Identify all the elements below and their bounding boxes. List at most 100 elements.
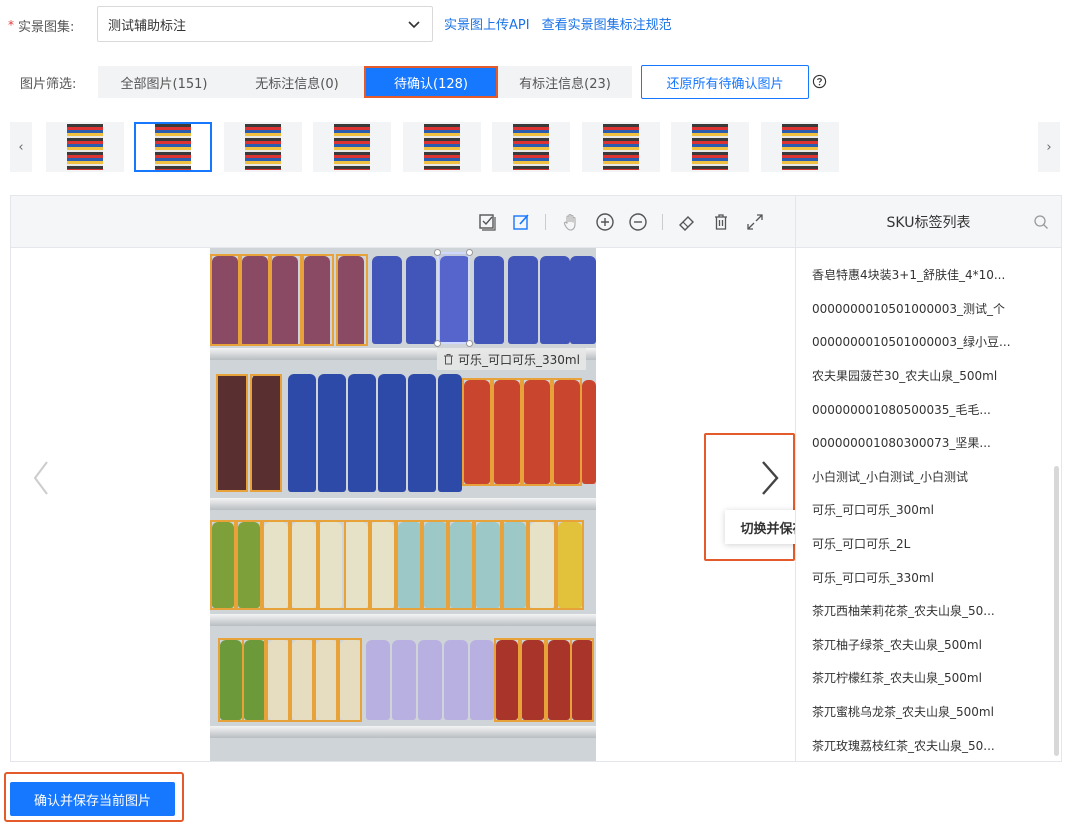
annotation-box[interactable] (336, 254, 368, 346)
sku-item[interactable]: 农夫果园菠芒30_农夫山泉_500ml (812, 359, 1042, 393)
annotation-box[interactable] (502, 520, 528, 610)
annotation-spec-link[interactable]: 查看实景图集标注规范 (542, 14, 672, 33)
thumbnail[interactable] (224, 122, 302, 172)
annotation-box-selected[interactable] (437, 252, 470, 344)
sku-item[interactable]: 000000001080300073_坚果... (812, 426, 1042, 460)
product-bottle (444, 640, 468, 720)
gallery-label: 实景图集: (18, 19, 75, 35)
annotation-box[interactable] (370, 520, 396, 610)
product-bottle (540, 256, 570, 344)
annotation-box[interactable] (492, 378, 522, 486)
resize-handle[interactable] (434, 249, 441, 256)
edit-icon[interactable] (511, 212, 531, 232)
zoom-out-icon[interactable] (628, 212, 648, 232)
upload-api-link[interactable]: 实景图上传API (444, 14, 530, 33)
product-can (288, 374, 316, 492)
sku-item[interactable]: 0000000010501000003_绿小豆... (812, 325, 1042, 359)
annotation-box[interactable] (528, 520, 556, 610)
product-can (438, 374, 462, 492)
sku-item[interactable]: 茶兀蜜桃乌龙茶_农夫山泉_500ml (812, 695, 1042, 729)
annotation-box[interactable] (520, 638, 546, 722)
sku-item[interactable]: 茶兀玫瑰荔枝红茶_农夫山泉_50... (812, 728, 1042, 762)
hand-icon[interactable] (561, 212, 581, 232)
question-circle-icon[interactable] (812, 74, 827, 89)
sku-scrollbar[interactable] (1054, 466, 1059, 756)
annotation-box[interactable] (270, 254, 302, 346)
product-bottle (570, 256, 596, 344)
annotation-box[interactable] (546, 638, 572, 722)
sku-item[interactable]: 香皂特惠4块装3+1_舒肤佳_4*10... (812, 258, 1042, 292)
annotation-box[interactable] (462, 378, 492, 486)
fullscreen-icon[interactable] (745, 212, 765, 232)
thumbnail[interactable] (761, 122, 839, 172)
thumbnail[interactable] (403, 122, 481, 172)
annotation-box[interactable] (302, 254, 334, 346)
annotation-box[interactable] (250, 374, 282, 492)
thumbnail[interactable] (46, 122, 124, 172)
annotation-box[interactable] (242, 638, 266, 722)
annotation-box[interactable] (522, 378, 552, 486)
sku-item[interactable]: 可乐_可口可乐_330ml (812, 560, 1042, 594)
sku-item[interactable]: 茶兀柚子绿茶_农夫山泉_500ml (812, 628, 1042, 662)
sku-item[interactable]: 小白测试_小白测试_小白测试 (812, 460, 1042, 494)
chevron-left-icon[interactable]: ‹ (10, 122, 32, 172)
resize-handle[interactable] (466, 249, 473, 256)
thumbnail[interactable] (671, 122, 749, 172)
annotation-box[interactable] (552, 378, 582, 486)
tab-no-annotation[interactable]: 无标注信息(0) (230, 66, 364, 98)
product-bottle (508, 256, 538, 344)
annotation-box[interactable] (318, 520, 346, 610)
annotation-box[interactable] (396, 520, 422, 610)
trash-icon[interactable] (711, 212, 731, 232)
tab-all-images[interactable]: 全部图片(151) (98, 66, 230, 98)
sku-item[interactable]: 000000001080500035_毛毛... (812, 392, 1042, 426)
annotation-box[interactable] (494, 638, 520, 722)
annotation-box[interactable] (344, 520, 370, 610)
annotation-box[interactable] (570, 638, 594, 722)
sku-item[interactable]: 茶兀西柚茉莉花茶_农夫山泉_50... (812, 594, 1042, 628)
trash-icon[interactable] (443, 353, 454, 365)
annotation-box[interactable] (236, 520, 262, 610)
product-bottle (470, 640, 494, 720)
chevron-left-icon[interactable] (31, 458, 51, 498)
gallery-select[interactable]: 测试辅助标注 (97, 6, 433, 42)
annotation-box[interactable] (266, 638, 290, 722)
tab-pending-confirm[interactable]: 待确认(128) (364, 66, 498, 98)
chevron-right-icon[interactable]: › (1038, 122, 1060, 172)
eraser-icon[interactable] (677, 212, 697, 232)
sku-item[interactable]: 可乐_可口可乐_2L (812, 527, 1042, 561)
tab-annotated[interactable]: 有标注信息(23) (498, 66, 632, 98)
shelf-edge (210, 614, 596, 626)
thumbnail-image (692, 124, 728, 170)
sku-item[interactable]: 茶兀柠檬红茶_农夫山泉_500ml (812, 661, 1042, 695)
annotation-box[interactable] (290, 638, 314, 722)
annotation-box[interactable] (262, 520, 290, 610)
thumbnail[interactable] (582, 122, 660, 172)
annotation-box[interactable] (216, 374, 248, 492)
zoom-in-icon[interactable] (595, 212, 615, 232)
annotation-box[interactable] (448, 520, 474, 610)
annotation-box[interactable] (314, 638, 338, 722)
annotation-box[interactable] (290, 520, 318, 610)
resize-handle[interactable] (434, 340, 441, 347)
sku-item[interactable]: 0000000010501000003_测试_个 (812, 292, 1042, 326)
check-all-icon[interactable] (477, 212, 497, 232)
chevron-right-icon[interactable] (759, 458, 781, 498)
restore-pending-button[interactable]: 还原所有待确认图片 (641, 65, 809, 99)
thumbnail-selected[interactable] (134, 122, 212, 172)
annotation-box[interactable] (338, 638, 362, 722)
resize-handle[interactable] (466, 340, 473, 347)
thumbnail[interactable] (313, 122, 391, 172)
annotation-box[interactable] (240, 254, 270, 346)
product-bottle (366, 640, 390, 720)
thumbnail[interactable] (492, 122, 570, 172)
annotation-box[interactable] (474, 520, 502, 610)
annotation-box[interactable] (218, 638, 244, 722)
search-icon[interactable] (1033, 214, 1049, 230)
annotation-box[interactable] (556, 520, 584, 610)
annotation-box[interactable] (210, 254, 240, 346)
sku-item[interactable]: 可乐_可口可乐_300ml (812, 493, 1042, 527)
annotation-box[interactable] (422, 520, 448, 610)
confirm-save-button[interactable]: 确认并保存当前图片 (10, 782, 175, 816)
annotation-box[interactable] (210, 520, 236, 610)
